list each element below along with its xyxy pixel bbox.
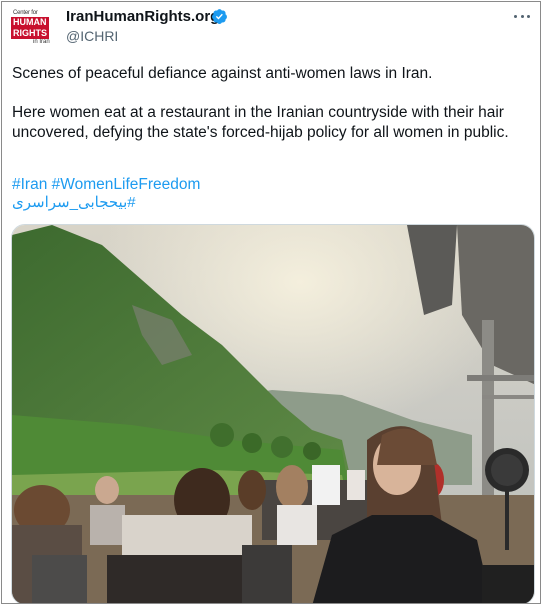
more-options-icon[interactable] (514, 8, 530, 24)
display-name[interactable]: IranHumanRights.org (66, 8, 219, 25)
tweet-photo[interactable] (11, 224, 535, 603)
hashtag-iran[interactable]: #Iran (12, 176, 47, 193)
avatar[interactable]: Center for HUMAN RIGHTS in Iran (11, 9, 55, 45)
tweet-card: Center for HUMAN RIGHTS in Iran IranHuma… (1, 1, 541, 604)
verified-badge-icon (212, 9, 227, 24)
restaurant-photo (12, 225, 534, 603)
tweet-text-paragraph-1: Scenes of peaceful defiance against anti… (12, 65, 433, 82)
avatar-text-3: RIGHTS (11, 27, 50, 39)
avatar-text-4: in Iran (33, 38, 50, 45)
tweet-text-paragraph-2: Here women eat at a restaurant in the Ir… (12, 104, 509, 141)
handle[interactable]: @ICHRI (66, 28, 118, 44)
hashtag-row: #Iran #WomenLifeFreedom (12, 175, 200, 195)
avatar-text-2: HUMAN (11, 16, 49, 28)
avatar-text-1: Center for (13, 9, 38, 16)
hashtag-women-life-freedom[interactable]: #WomenLifeFreedom (52, 176, 201, 193)
hashtag-persian[interactable]: #بیحجابی_سراسری (12, 193, 136, 213)
